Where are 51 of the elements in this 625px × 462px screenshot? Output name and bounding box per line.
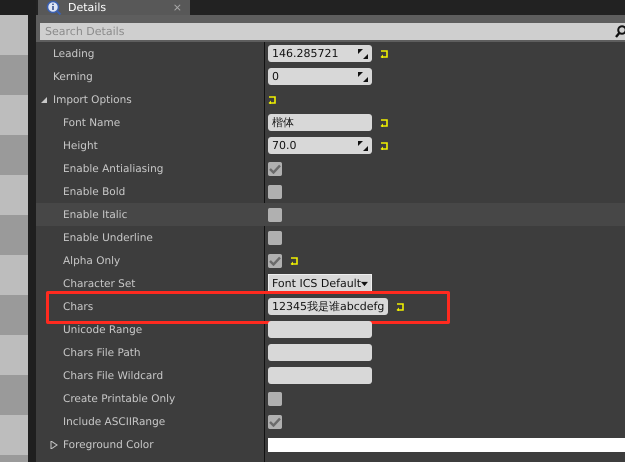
property-label: Leading: [53, 48, 94, 60]
checkbox[interactable]: [268, 184, 282, 198]
reset-arrow-icon[interactable]: [396, 302, 406, 310]
property-label: Unicode Range: [63, 324, 142, 336]
details-tab[interactable]: Details ×: [38, 0, 190, 15]
drag-arrows-icon: [358, 140, 368, 150]
property-label: Font Name: [63, 116, 120, 128]
property-label: Kerning: [53, 70, 93, 82]
checkbox[interactable]: [268, 414, 282, 428]
search-field[interactable]: Search Details: [40, 23, 625, 40]
color-swatch[interactable]: [268, 438, 625, 452]
number-field[interactable]: 0: [268, 68, 372, 85]
info-icon: [46, 0, 62, 15]
search-icon: [615, 25, 625, 39]
property-label: Height: [63, 140, 98, 152]
text-field[interactable]: [268, 344, 372, 361]
property-label: Include ASCIIRange: [63, 416, 166, 428]
checkbox[interactable]: [268, 208, 282, 222]
property-label: Foreground Color: [63, 438, 154, 450]
property-label: Import Options: [53, 94, 132, 106]
caret-icon: [361, 280, 368, 286]
property-label: Enable Italic: [63, 208, 128, 220]
text-field[interactable]: 楷体: [268, 114, 372, 131]
collapsed-triangle-icon[interactable]: [50, 440, 58, 448]
checkbox[interactable]: [268, 230, 282, 244]
text-field[interactable]: [268, 321, 372, 338]
checkbox[interactable]: [268, 254, 282, 268]
checkbox[interactable]: [268, 392, 282, 406]
property-label: Enable Underline: [63, 232, 153, 244]
checkbox[interactable]: [268, 162, 282, 176]
tab-label: Details: [68, 1, 106, 14]
reset-arrow-icon[interactable]: [380, 50, 389, 58]
text-field[interactable]: 12345我是谁abcdefg: [268, 298, 388, 315]
number-field[interactable]: 146.285721: [268, 45, 372, 62]
number-field[interactable]: 70.0: [268, 137, 372, 154]
expanded-triangle-icon[interactable]: [40, 96, 48, 104]
property-label: Character Set: [63, 278, 136, 290]
property-label: Create Printable Only: [63, 392, 176, 404]
text-field[interactable]: [268, 367, 372, 384]
reset-arrow-icon[interactable]: [380, 142, 389, 150]
property-label: Enable Antialiasing: [63, 162, 164, 174]
property-label: Enable Bold: [63, 186, 126, 198]
reset-arrow-icon[interactable]: [380, 118, 389, 126]
property-label: Chars File Wildcard: [63, 370, 164, 382]
property-label: Chars: [63, 300, 94, 312]
reset-arrow-icon[interactable]: [268, 96, 277, 104]
property-label: Alpha Only: [63, 254, 120, 266]
reset-arrow-icon[interactable]: [290, 256, 299, 264]
drag-arrows-icon: [358, 72, 368, 82]
drag-arrows-icon: [358, 48, 368, 58]
property-label: Chars File Path: [63, 346, 141, 358]
